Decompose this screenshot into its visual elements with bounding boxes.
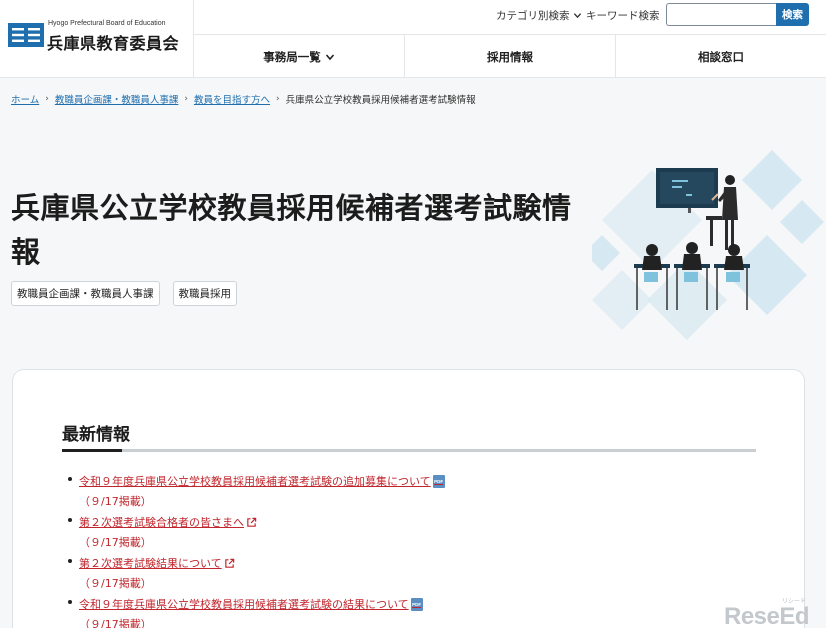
news-date: （９/17掲載）: [79, 577, 152, 590]
nav-item-label: 相談窓口: [698, 49, 744, 64]
breadcrumb-division[interactable]: 教職員企画課・教職員人事課: [55, 92, 179, 106]
logo-english-name: Hyogo Prefectural Board of Education: [48, 20, 166, 27]
classroom-illustration: [592, 150, 824, 340]
nav-item-label: 採用情報: [487, 49, 533, 64]
nav-item-office-list[interactable]: 事務局一覧: [194, 35, 405, 78]
heading-divider: [62, 449, 756, 452]
news-link-text: 第２次選考試験合格者の皆さまへ: [79, 516, 244, 529]
external-link-icon: [247, 517, 257, 527]
external-link-icon: [224, 558, 234, 568]
chevron-down-icon: [325, 53, 334, 60]
list-item: 令和９年度兵庫県公立学校教員採用候補者選考試験の追加募集について PDF （９/…: [67, 470, 445, 511]
category-search-label: カテゴリ別検索: [496, 10, 570, 22]
news-card: 最新情報 令和９年度兵庫県公立学校教員採用候補者選考試験の追加募集について PD…: [12, 369, 805, 628]
news-list: 令和９年度兵庫県公立学校教員採用候補者選考試験の追加募集について PDF （９/…: [67, 470, 445, 628]
chevron-down-icon: [573, 13, 581, 19]
category-search-toggle[interactable]: カテゴリ別検索: [496, 8, 582, 23]
news-link-additional-recruitment[interactable]: 令和９年度兵庫県公立学校教員採用候補者選考試験の追加募集について PDF: [79, 473, 445, 489]
news-link-second-results[interactable]: 第２次選考試験結果について: [79, 555, 235, 571]
list-item: 第２次選考試験結果について （９/17掲載）: [67, 552, 445, 593]
reseed-watermark: リシード ReseEd: [724, 598, 810, 628]
watermark-text: ReseEd: [724, 603, 809, 628]
pdf-icon: PDF: [410, 597, 423, 611]
keyword-search-label: キーワード検索: [586, 10, 660, 22]
list-item: 令和９年度兵庫県公立学校教員採用候補者選考試験の結果について PDF （９/17…: [67, 593, 445, 628]
logo-japanese-name: 兵庫県教育委員会: [47, 34, 180, 53]
global-nav: 事務局一覧 採用情報 相談窓口: [194, 34, 826, 78]
chevron-right-icon: ›: [275, 94, 280, 104]
search-input[interactable]: [666, 3, 776, 26]
news-link-exam-results[interactable]: 令和９年度兵庫県公立学校教員採用候補者選考試験の結果について PDF: [79, 596, 423, 612]
breadcrumb-home[interactable]: ホーム: [11, 92, 39, 106]
nav-item-consultation[interactable]: 相談窓口: [616, 35, 826, 78]
list-item: 第２次選考試験合格者の皆さまへ （９/17掲載）: [67, 511, 445, 552]
breadcrumb-aspiring-teachers[interactable]: 教員を目指す方へ: [194, 92, 270, 106]
news-heading: 最新情報: [62, 425, 130, 445]
tag-division[interactable]: 教職員企画課・教職員人事課: [11, 281, 160, 306]
news-link-second-pass-notice[interactable]: 第２次選考試験合格者の皆さまへ: [79, 514, 257, 530]
pdf-icon: PDF: [432, 474, 445, 488]
news-date: （９/17掲載）: [79, 536, 152, 549]
news-link-text: 令和９年度兵庫県公立学校教員採用候補者選考試験の結果について: [79, 598, 409, 611]
search-button[interactable]: 検索: [776, 3, 809, 26]
chevron-right-icon: ›: [184, 94, 188, 104]
chevron-right-icon: ›: [45, 94, 49, 104]
news-link-text: 令和９年度兵庫県公立学校教員採用候補者選考試験の追加募集について: [79, 475, 431, 488]
news-link-text: 第２次選考試験結果について: [79, 557, 222, 570]
news-date: （９/17掲載）: [79, 495, 152, 508]
nav-item-label: 事務局一覧: [263, 49, 321, 64]
tag-recruitment[interactable]: 教職員採用: [172, 281, 237, 306]
utility-bar: カテゴリ別検索 キーワード検索 検索: [194, 0, 826, 34]
board-logo-icon: [8, 23, 44, 47]
breadcrumb: ホーム › 教職員企画課・教職員人事課 › 教員を目指す方へ › 兵庫県公立学校…: [11, 92, 476, 106]
site-logo[interactable]: Hyogo Prefectural Board of Education 兵庫県…: [0, 0, 194, 78]
page-title: 兵庫県公立学校教員採用候補者選考試験情報: [11, 191, 572, 269]
breadcrumb-current: 兵庫県公立学校教員採用候補者選考試験情報: [285, 95, 476, 106]
site-header: Hyogo Prefectural Board of Education 兵庫県…: [0, 0, 826, 78]
news-date: （９/17掲載）: [79, 618, 152, 628]
nav-item-recruitment[interactable]: 採用情報: [405, 35, 616, 78]
tag-list: 教職員企画課・教職員人事課 教職員採用: [11, 281, 237, 306]
